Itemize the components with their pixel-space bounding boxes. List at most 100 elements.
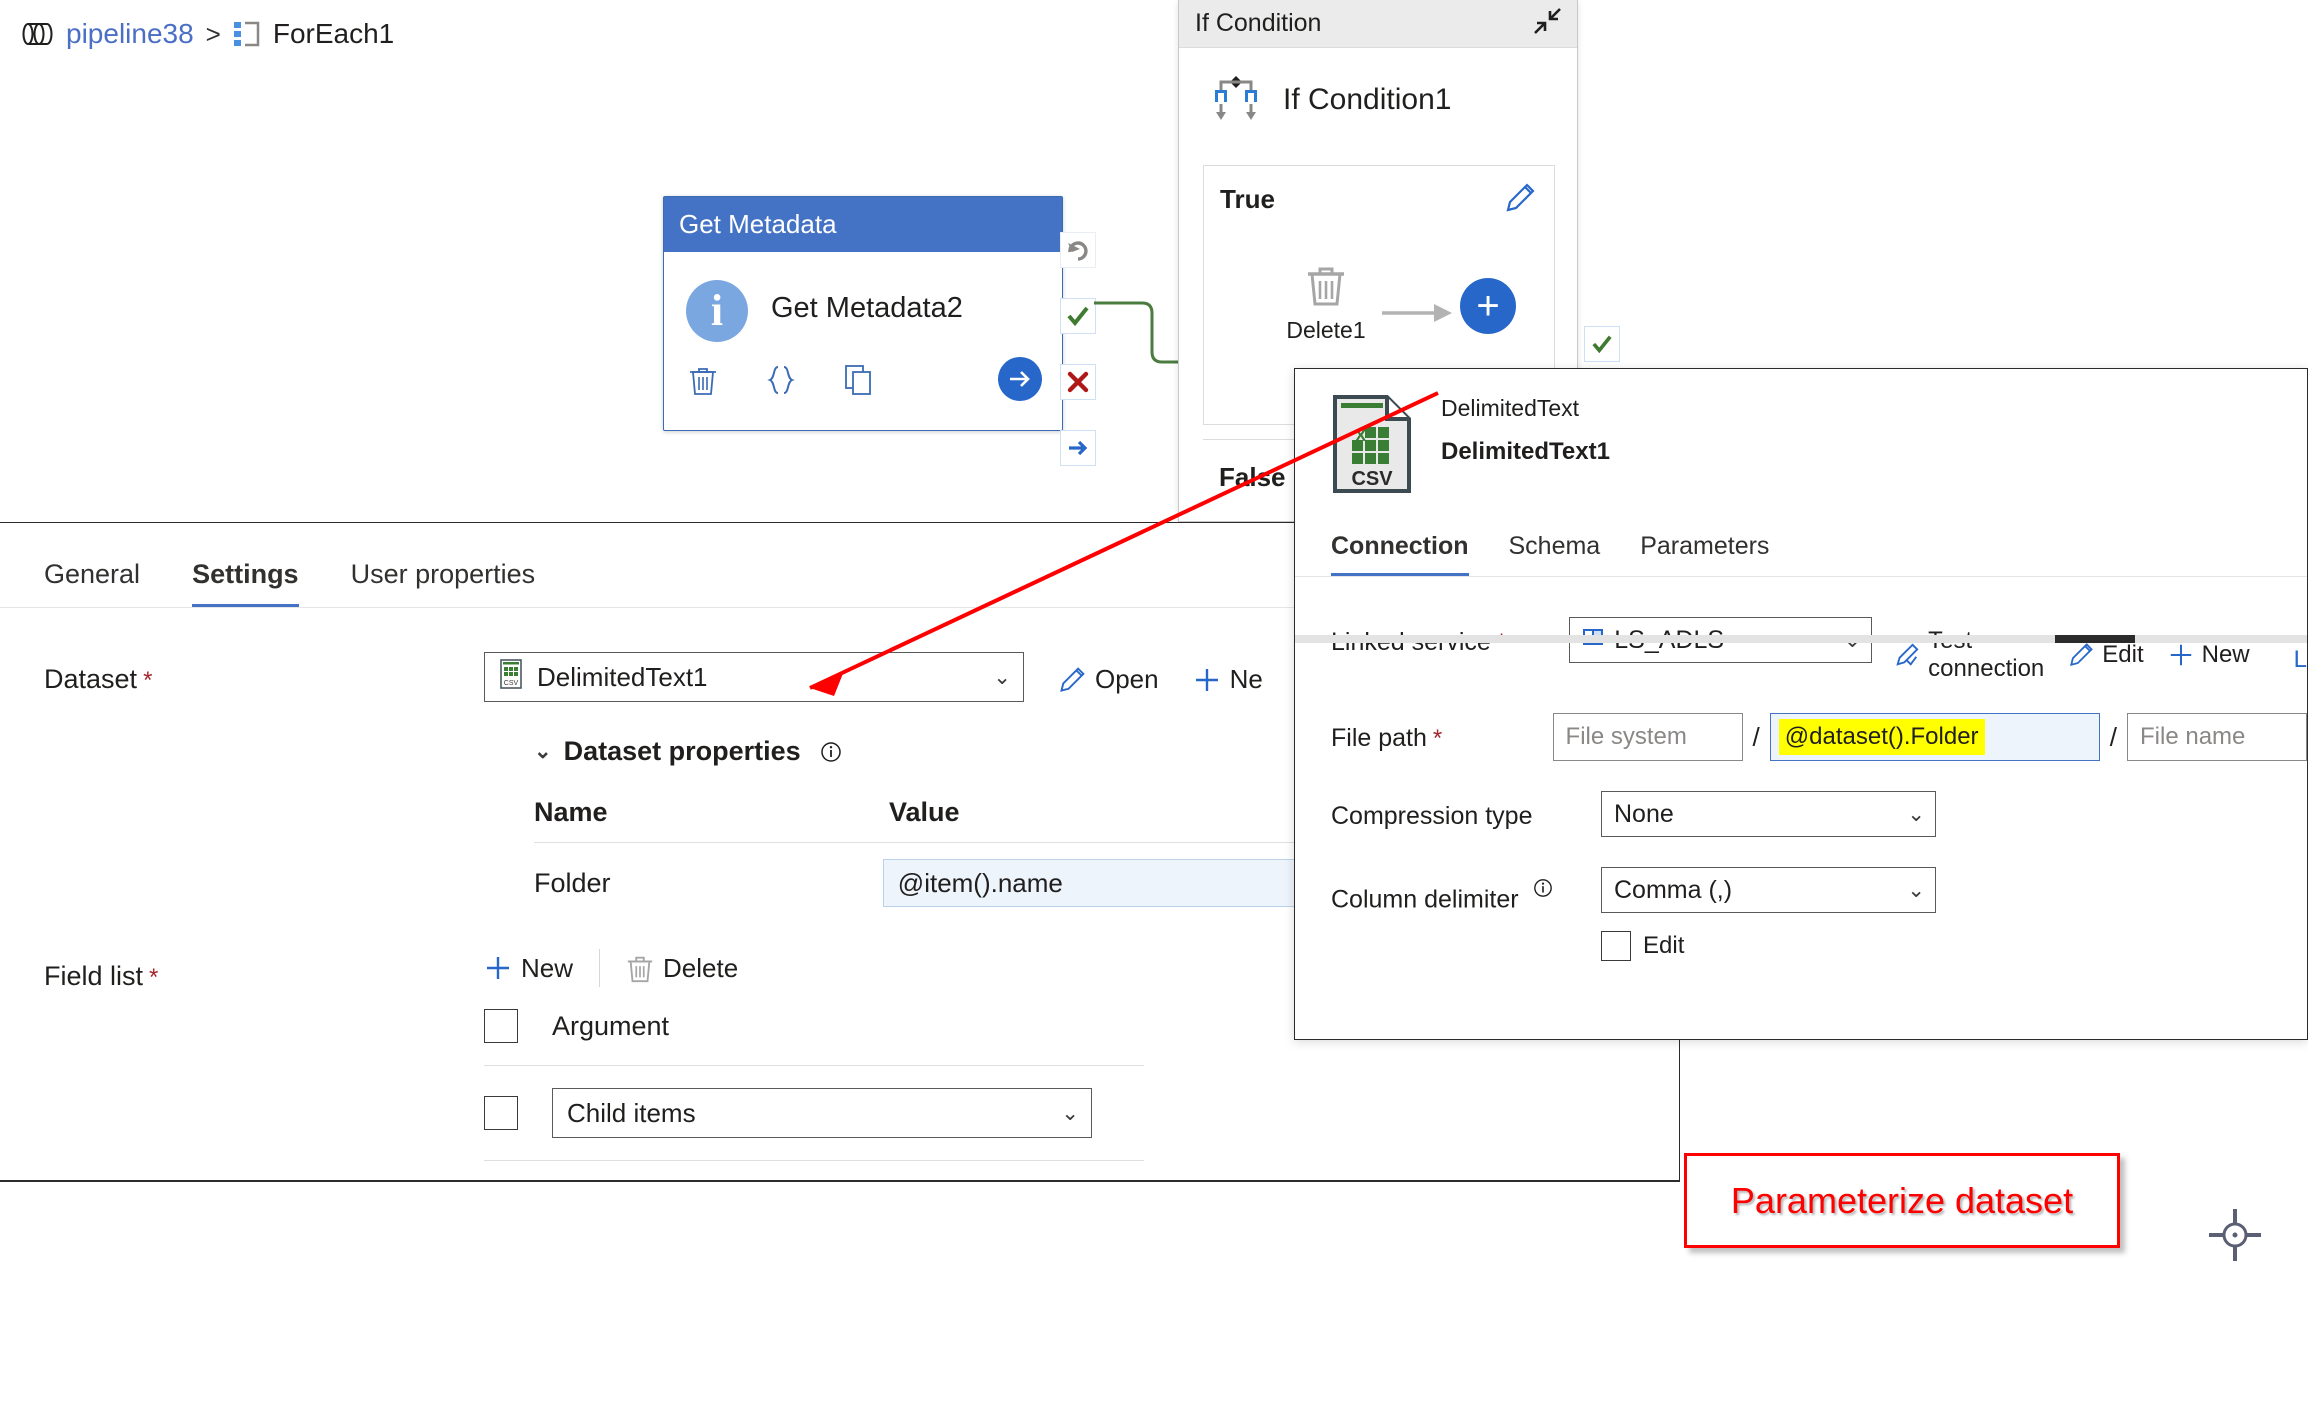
tab-settings[interactable]: Settings: [192, 559, 299, 608]
plus-icon: [2168, 642, 2194, 668]
clone-icon[interactable]: [842, 362, 876, 398]
plus-icon: +: [1476, 284, 1500, 328]
trash-icon: [1304, 267, 1348, 312]
dataset-value: DelimitedText1: [537, 661, 708, 692]
panel-bottom-border: [0, 1180, 1680, 1182]
if-condition-activity-name: If Condition1: [1283, 82, 1452, 116]
if-condition-title-row: If Condition1: [1179, 48, 1577, 133]
success-check-icon[interactable]: [1060, 298, 1096, 334]
if-condition-panel-title: If Condition: [1195, 9, 1322, 37]
file-path-inputs: File system / @dataset().Folder / File n…: [1552, 713, 2307, 761]
new-dataset-button[interactable]: Ne: [1193, 664, 1263, 695]
tab-schema[interactable]: Schema: [1509, 532, 1601, 577]
open-dataset-label: Open: [1095, 664, 1159, 694]
plus-icon: [1193, 666, 1221, 694]
svg-text:CSV: CSV: [1351, 468, 1393, 490]
dataset-properties-header[interactable]: ⌄ Dataset properties: [534, 736, 1394, 767]
csv-file-icon: X CSV: [1331, 395, 1413, 498]
column-header-value: Value: [889, 797, 960, 827]
delete-activity-node[interactable]: Delete1: [1276, 262, 1376, 344]
field-argument-select[interactable]: Child items ⌄: [552, 1088, 1092, 1138]
path-separator: /: [1752, 721, 1760, 752]
column-delimiter-value: Comma (,): [1614, 875, 1733, 904]
pipeline-icon: [22, 22, 56, 46]
toolbar-divider: [599, 949, 601, 987]
breadcrumb-pipeline-link[interactable]: pipeline38: [66, 18, 194, 50]
csv-file-icon: CSV: [499, 658, 525, 696]
new-field-button[interactable]: New: [484, 953, 573, 984]
argument-column-header: Argument: [552, 1010, 670, 1041]
edit-linked-service-button[interactable]: Edit: [2068, 641, 2144, 669]
column-delimiter-label: Column delimiter: [1331, 867, 1601, 914]
run-activity-button[interactable]: [998, 357, 1042, 401]
failure-x-icon[interactable]: [1060, 364, 1096, 400]
collapse-icon[interactable]: [1529, 5, 1565, 42]
delete-icon[interactable]: [686, 362, 720, 398]
compression-type-value: None: [1614, 799, 1674, 828]
add-activity-button[interactable]: +: [1460, 278, 1516, 334]
dataset-properties-title: Dataset properties: [563, 736, 801, 766]
file-path-row: File path * File system / @dataset().Fold…: [1331, 713, 2307, 761]
scrollbar-thumb[interactable]: [2055, 635, 2135, 643]
parameterize-dataset-callout: Parameterize dataset: [1684, 1153, 2120, 1248]
delete-field-button[interactable]: Delete: [626, 953, 738, 984]
open-dataset-button[interactable]: Open: [1058, 664, 1159, 695]
chevron-down-icon[interactable]: ⌄: [1907, 802, 1925, 827]
retry-icon[interactable]: [1060, 232, 1096, 268]
path-separator-2: /: [2109, 721, 2117, 752]
get-metadata-activity-card[interactable]: Get Metadata i Get Metadata2: [663, 196, 1063, 431]
compression-type-row: Compression type None ⌄: [1331, 791, 2307, 837]
field-list-header-row: Argument: [484, 987, 1144, 1066]
tab-general[interactable]: General: [44, 559, 140, 608]
dataset-config-panel: X CSV DelimitedText DelimitedText1 Conne…: [1294, 368, 2308, 1040]
tab-connection[interactable]: Connection: [1331, 532, 1469, 577]
edit-delimiter-checkbox[interactable]: [1601, 931, 1631, 961]
horizontal-scrollbar[interactable]: [1295, 635, 2307, 643]
chevron-down-icon[interactable]: ⌄: [534, 739, 552, 764]
list-item: Child items ⌄: [484, 1066, 1144, 1161]
compression-type-select[interactable]: None ⌄: [1601, 791, 1936, 837]
completion-arrow-icon[interactable]: [1060, 430, 1096, 466]
column-delimiter-select[interactable]: Comma (,) ⌄: [1601, 867, 1936, 913]
pencil-icon[interactable]: [1504, 182, 1536, 219]
column-delimiter-controls: Comma (,) ⌄ Edit: [1601, 867, 1936, 961]
tab-user-properties[interactable]: User properties: [351, 559, 536, 608]
get-metadata-card-header: Get Metadata: [664, 197, 1062, 252]
breadcrumb-activity[interactable]: ForEach1: [273, 18, 394, 50]
get-metadata-card-body: i Get Metadata2: [664, 252, 1062, 432]
if-condition-success-handle[interactable]: [1584, 326, 1620, 362]
if-condition-icon: [1205, 66, 1267, 133]
dataset-select[interactable]: CSV DelimitedText1 ⌄: [484, 652, 1024, 702]
dataset-actions: Open Ne: [1058, 652, 1263, 695]
field-argument-value: Child items: [567, 1097, 696, 1128]
chevron-down-icon[interactable]: ⌄: [1907, 878, 1925, 903]
chevron-down-icon[interactable]: ⌄: [993, 665, 1011, 690]
select-all-checkbox[interactable]: [484, 1009, 518, 1043]
linked-service-row: Linked service* LS_ADLS ⌄ Test connectio…: [1331, 617, 2307, 683]
column-delimiter-edit-row: Edit: [1601, 931, 1936, 961]
file-name-input[interactable]: File name: [2127, 713, 2307, 761]
chevron-down-icon[interactable]: ⌄: [1061, 1101, 1079, 1126]
dataset-type: DelimitedText: [1441, 395, 1580, 421]
info-icon[interactable]: [1533, 878, 1553, 898]
column-header-name: Name: [534, 797, 608, 827]
dataset-panel-meta: DelimitedText DelimitedText1: [1441, 395, 1610, 466]
trash-icon: [626, 953, 654, 983]
true-branch-label: True: [1220, 184, 1275, 214]
crosshair-move-icon: [2205, 1205, 2265, 1270]
row-checkbox[interactable]: [484, 1096, 518, 1130]
new-linked-service-button[interactable]: New: [2168, 641, 2250, 669]
info-icon[interactable]: [820, 741, 842, 763]
required-asterisk: *: [143, 667, 153, 694]
file-system-input[interactable]: File system: [1552, 713, 1743, 761]
code-braces-icon[interactable]: [764, 362, 798, 398]
edit-linked-service-label: Edit: [2102, 641, 2144, 668]
dataset-panel-header: X CSV DelimitedText DelimitedText1: [1295, 369, 2307, 498]
callout-text: Parameterize dataset: [1730, 1179, 2074, 1221]
tab-parameters[interactable]: Parameters: [1640, 532, 1769, 577]
foreach-icon: [233, 20, 263, 48]
table-row: Folder @item().name: [534, 859, 1394, 907]
new-dataset-label: Ne: [1229, 664, 1263, 694]
folder-path-input[interactable]: @dataset().Folder: [1769, 713, 2100, 761]
required-asterisk: *: [1432, 725, 1443, 752]
